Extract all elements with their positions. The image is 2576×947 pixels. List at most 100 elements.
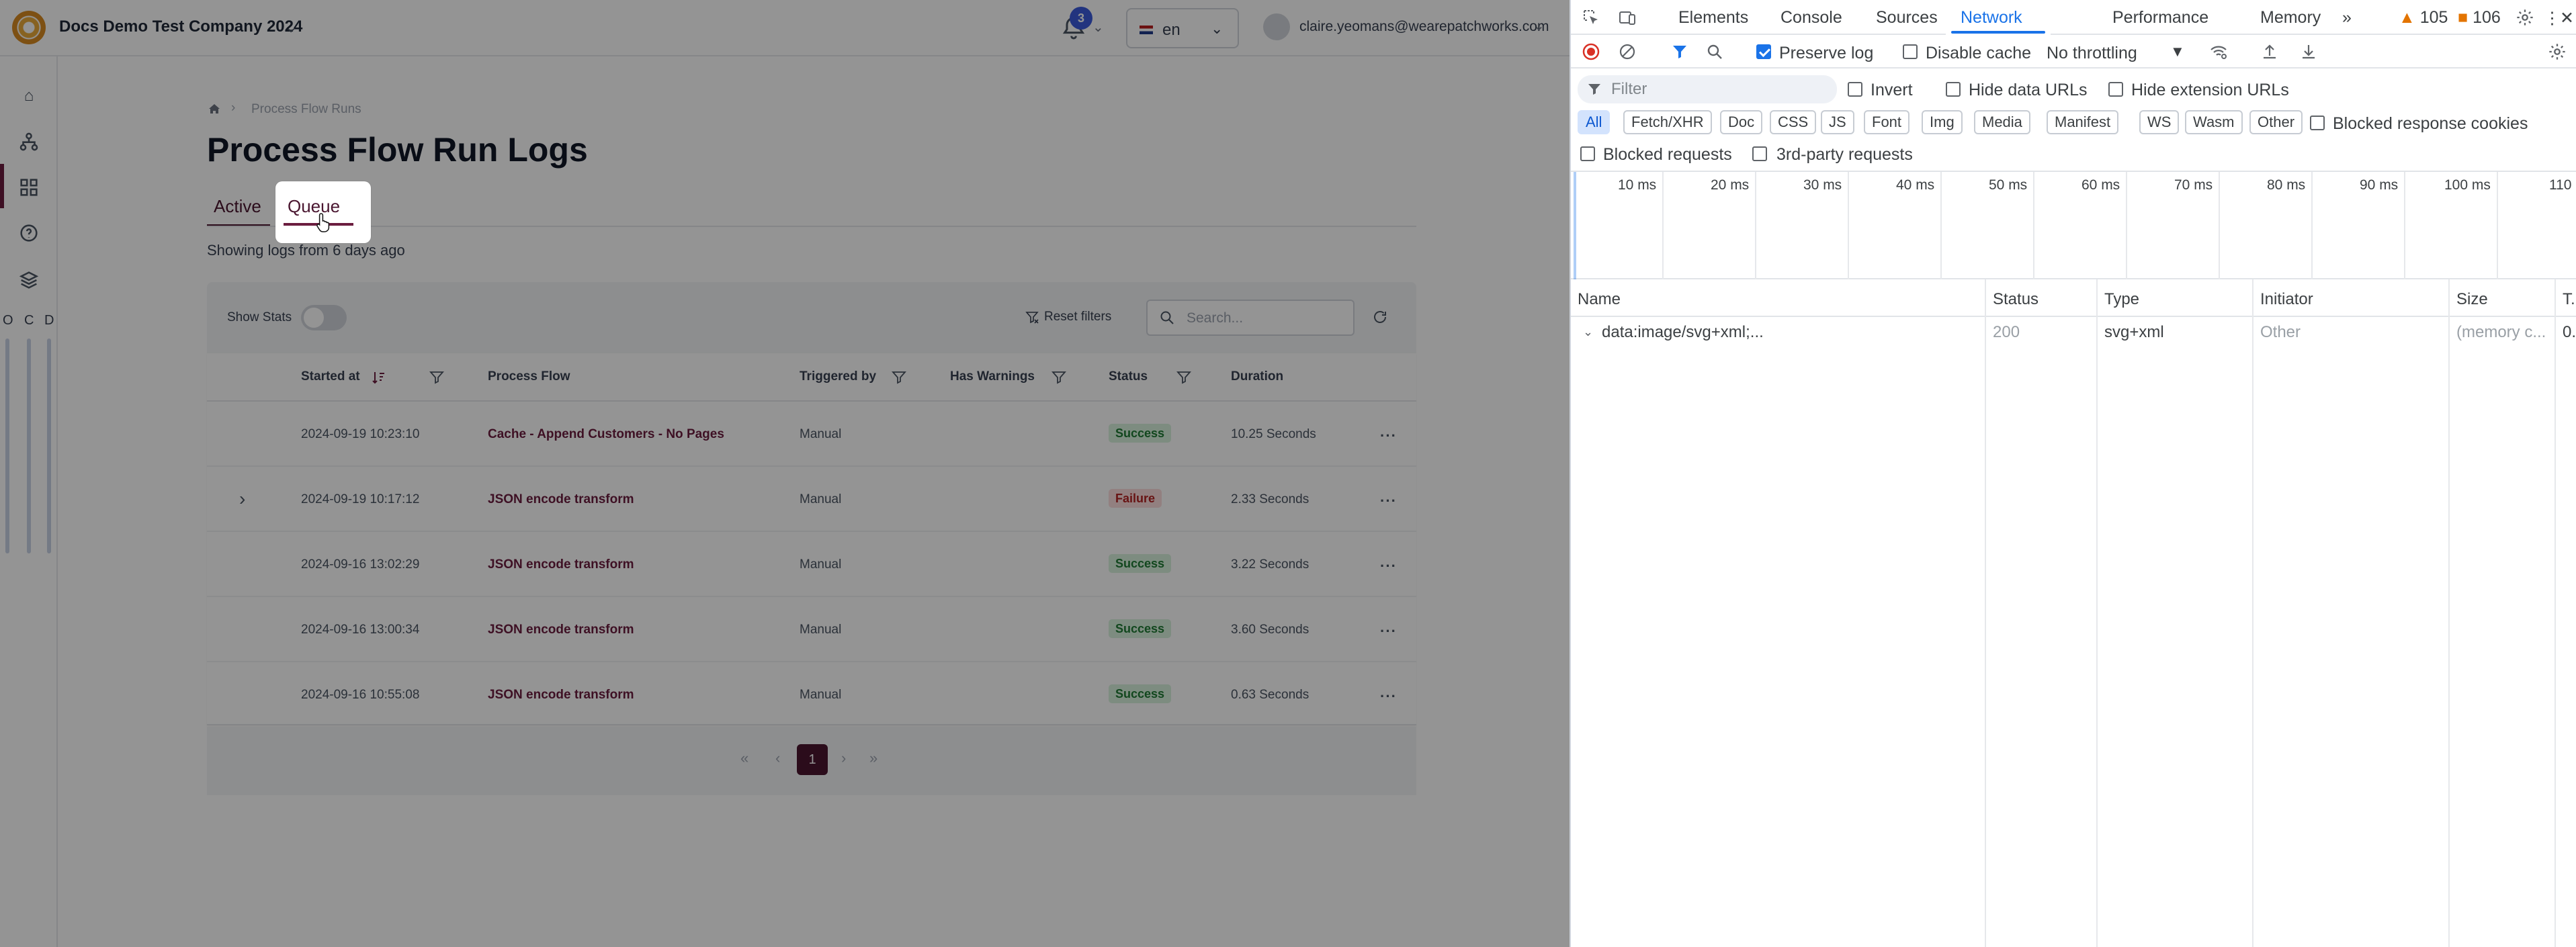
network-settings-icon[interactable] xyxy=(2548,42,2567,61)
reset-filters-button[interactable]: Reset filters xyxy=(1016,302,1113,332)
export-har-icon[interactable] xyxy=(2299,42,2318,61)
filter-chip-manifest[interactable]: Manifest xyxy=(2047,110,2119,134)
column-initiator[interactable]: Initiator xyxy=(2260,290,2313,309)
throttling-select[interactable]: No throttling xyxy=(2047,44,2137,63)
apps-grid-icon[interactable] xyxy=(17,176,40,199)
column-name[interactable]: Name xyxy=(1578,290,1621,309)
filter-icon[interactable] xyxy=(1051,369,1067,386)
scrollbar[interactable] xyxy=(5,339,9,553)
scrollbar[interactable] xyxy=(47,339,51,553)
breadcrumb-item[interactable]: Process Flow Runs xyxy=(251,102,361,117)
row-menu-icon[interactable]: ··· xyxy=(1380,427,1397,445)
filter-chip-fetch-xhr[interactable]: Fetch/XHR xyxy=(1623,110,1712,134)
first-page-icon[interactable]: « xyxy=(740,750,748,767)
company-name[interactable]: Docs Demo Test Company 2024 xyxy=(59,17,302,36)
cell-process-flow[interactable]: JSON encode transform xyxy=(488,557,634,572)
column-divider[interactable] xyxy=(2096,279,2098,947)
third-party-requests-checkbox[interactable] xyxy=(1752,146,1767,161)
hide-data-urls-checkbox[interactable] xyxy=(1946,82,1961,97)
tab-sources[interactable]: Sources xyxy=(1876,8,1938,28)
clear-icon[interactable] xyxy=(1618,42,1637,61)
invert-checkbox[interactable] xyxy=(1848,82,1862,97)
scrollbar[interactable] xyxy=(27,339,31,553)
column-divider[interactable] xyxy=(2554,279,2556,947)
filter-icon[interactable] xyxy=(429,369,445,386)
column-process-flow[interactable]: Process Flow xyxy=(488,369,570,384)
filter-chip-img[interactable]: Img xyxy=(1922,110,1963,134)
hide-extension-urls-checkbox[interactable] xyxy=(2108,82,2123,97)
disable-cache-label[interactable]: Disable cache xyxy=(1926,44,2031,63)
tab-performance[interactable]: Performance xyxy=(2112,8,2208,28)
preserve-log-checkbox[interactable] xyxy=(1756,44,1771,59)
tab-memory[interactable]: Memory xyxy=(2260,8,2321,28)
home-icon[interactable]: ⌂ xyxy=(17,85,40,107)
filter-icon[interactable] xyxy=(1670,42,1689,61)
record-stop-icon[interactable] xyxy=(1582,42,1600,61)
column-started-at[interactable]: Started at xyxy=(301,369,360,384)
cell-process-flow[interactable]: JSON encode transform xyxy=(488,492,634,507)
filter-chip-other[interactable]: Other xyxy=(2249,110,2303,134)
column-divider[interactable] xyxy=(1985,279,1986,947)
column-size[interactable]: Size xyxy=(2456,290,2488,309)
show-stats-toggle[interactable] xyxy=(301,305,347,330)
third-party-requests-label[interactable]: 3rd-party requests xyxy=(1776,145,1913,165)
request-row[interactable]: ⌄ data:image/svg+xml;... 200 svg+xml Oth… xyxy=(1571,317,2576,347)
blocked-requests-checkbox[interactable] xyxy=(1580,146,1595,161)
blocked-response-cookies-checkbox[interactable] xyxy=(2310,116,2325,130)
blocked-response-cookies-label[interactable]: Blocked response cookies xyxy=(2333,114,2528,134)
import-har-icon[interactable] xyxy=(2260,42,2279,61)
preserve-log-label[interactable]: Preserve log xyxy=(1779,44,1873,63)
prev-page-icon[interactable]: ‹ xyxy=(775,750,780,767)
filter-chip-js[interactable]: JS xyxy=(1821,110,1854,134)
layers-icon[interactable] xyxy=(17,269,40,291)
process-flows-icon[interactable] xyxy=(17,130,40,153)
row-menu-icon[interactable]: ··· xyxy=(1380,492,1397,510)
next-page-icon[interactable]: › xyxy=(841,750,846,767)
table-row[interactable]: 2024-09-16 13:02:29 JSON encode transfor… xyxy=(207,532,1416,597)
expand-chevron-icon[interactable]: ⌄ xyxy=(1583,325,1593,339)
notifications-chevron-down-icon[interactable]: ⌄ xyxy=(1092,19,1104,36)
search-input[interactable] xyxy=(1187,309,1341,328)
blocked-requests-label[interactable]: Blocked requests xyxy=(1603,145,1732,165)
cell-process-flow[interactable]: JSON encode transform xyxy=(488,688,634,703)
filter-field[interactable] xyxy=(1578,75,1837,103)
tab-console[interactable]: Console xyxy=(1780,8,1842,28)
column-triggered-by[interactable]: Triggered by xyxy=(800,369,876,384)
column-divider[interactable] xyxy=(2448,279,2450,947)
tab-elements[interactable]: Elements xyxy=(1678,8,1748,28)
row-menu-icon[interactable]: ··· xyxy=(1380,557,1397,575)
chevron-right-icon[interactable]: › xyxy=(239,488,245,510)
warnings-count[interactable]: ▲ 105 xyxy=(2399,8,2448,28)
company-logo[interactable] xyxy=(12,11,46,44)
column-time[interactable]: T... xyxy=(2563,290,2576,309)
filter-chip-wasm[interactable]: Wasm xyxy=(2185,110,2243,134)
help-icon[interactable] xyxy=(17,222,40,244)
filter-chip-media[interactable]: Media xyxy=(1974,110,2030,134)
filter-chip-doc[interactable]: Doc xyxy=(1720,110,1763,134)
table-row[interactable]: 2024-09-16 10:55:08 JSON encode transfor… xyxy=(207,662,1416,727)
hide-extension-urls-label[interactable]: Hide extension URLs xyxy=(2131,81,2289,100)
search-field[interactable] xyxy=(1146,300,1355,336)
filter-chip-all[interactable]: All xyxy=(1578,110,1611,134)
avatar[interactable] xyxy=(1263,13,1290,40)
more-options-icon[interactable]: ⋮ xyxy=(2544,8,2561,28)
filter-icon[interactable] xyxy=(1176,369,1192,386)
language-select[interactable]: en ⌄ xyxy=(1126,8,1239,48)
column-duration[interactable]: Duration xyxy=(1231,369,1283,384)
user-chevron-down-icon[interactable]: ⌄ xyxy=(1533,17,1545,34)
page-number-current[interactable]: 1 xyxy=(797,744,828,775)
row-menu-icon[interactable]: ··· xyxy=(1380,623,1397,640)
network-timeline-overview[interactable]: 10 ms 20 ms 30 ms 40 ms 50 ms 60 ms 70 m… xyxy=(1571,172,2576,279)
hide-data-urls-label[interactable]: Hide data URLs xyxy=(1969,81,2087,100)
column-status[interactable]: Status xyxy=(1993,290,2038,309)
sort-descending-icon[interactable] xyxy=(371,369,387,386)
tab-active[interactable]: Active xyxy=(214,196,261,224)
settings-gear-icon[interactable] xyxy=(2516,8,2534,27)
company-chevron-down-icon[interactable]: ⌄ xyxy=(285,19,297,36)
column-divider[interactable] xyxy=(2252,279,2253,947)
close-icon[interactable]: ✕ xyxy=(2560,8,2574,28)
filter-chip-font[interactable]: Font xyxy=(1864,110,1910,134)
column-has-warnings[interactable]: Has Warnings xyxy=(950,369,1035,384)
last-page-icon[interactable]: » xyxy=(869,750,877,767)
filter-chip-ws[interactable]: WS xyxy=(2139,110,2180,134)
